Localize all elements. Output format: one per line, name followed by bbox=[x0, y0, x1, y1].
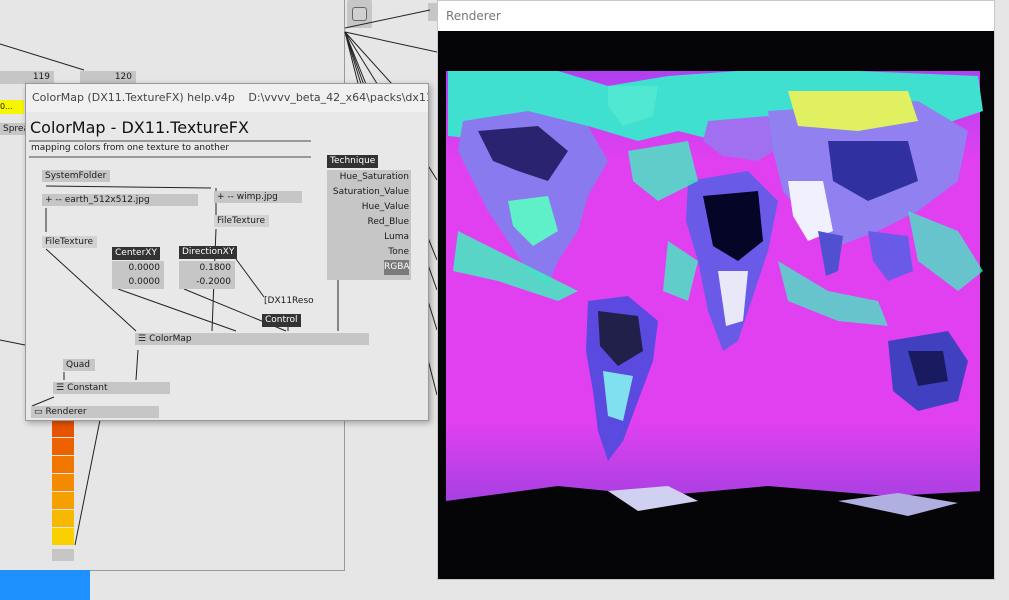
io-value: 0.1800 bbox=[199, 263, 232, 273]
centerxy-label: CenterXY bbox=[112, 247, 160, 260]
directionxy-iobox[interactable]: 0.1800 -0.2000 bbox=[179, 261, 235, 289]
colormap-node[interactable]: ☰ ColorMap bbox=[135, 333, 369, 345]
window-title: Renderer bbox=[446, 9, 501, 23]
io-value: 0.0000 bbox=[128, 263, 161, 273]
node-label: + -- wimp.jpg bbox=[217, 192, 278, 202]
io-value: 0.0000 bbox=[128, 277, 161, 287]
help-patch-window[interactable]: ColorMap (DX11.TextureFX) help.v4p D:\vv… bbox=[25, 83, 429, 421]
node-menu-icon: ☰ bbox=[56, 383, 65, 393]
node-label: SystemFolder bbox=[45, 171, 107, 181]
technique-option[interactable]: Red_Blue bbox=[327, 215, 411, 230]
render-output-map bbox=[438, 31, 994, 579]
quad-node[interactable]: Quad bbox=[63, 359, 95, 371]
renderer-node[interactable]: ▭ Renderer bbox=[31, 406, 159, 418]
wimp-file-node[interactable]: + -- wimp.jpg bbox=[214, 191, 302, 203]
node-label: Constant bbox=[67, 383, 108, 393]
constant-node[interactable]: ☰ Constant bbox=[53, 382, 170, 394]
node-label: FileTexture bbox=[217, 216, 266, 226]
filetexture-node[interactable]: FileTexture bbox=[42, 236, 97, 248]
dx11reso-label: [DX11Reso bbox=[264, 296, 314, 306]
renderer-window[interactable]: Renderer bbox=[437, 0, 995, 580]
technique-option[interactable]: Hue_Value bbox=[327, 200, 411, 215]
technique-option-selected[interactable]: RGBA bbox=[384, 260, 410, 275]
earth-file-node[interactable]: + -- earth_512x512.jpg bbox=[42, 194, 198, 206]
filetexture-node-2[interactable]: FileTexture bbox=[214, 215, 269, 227]
centerxy-iobox[interactable]: 0.0000 0.0000 bbox=[112, 261, 164, 289]
renderer-titlebar[interactable]: Renderer bbox=[438, 1, 994, 31]
node-label: + -- earth_512x512.jpg bbox=[45, 195, 150, 205]
control-label[interactable]: Control bbox=[262, 314, 301, 327]
window-icon: ▭ bbox=[34, 407, 43, 417]
technique-label: Technique bbox=[327, 155, 379, 168]
technique-option[interactable]: Saturation_Value bbox=[327, 185, 411, 200]
directionxy-label: DirectionXY bbox=[179, 246, 238, 259]
technique-option[interactable]: Hue_Saturation bbox=[327, 170, 411, 185]
technique-enum[interactable]: Hue_Saturation Saturation_Value Hue_Valu… bbox=[327, 170, 411, 280]
technique-option[interactable]: Tone bbox=[327, 245, 411, 260]
world-map-image bbox=[438, 31, 994, 579]
node-label: Quad bbox=[66, 360, 91, 370]
node-label: FileTexture bbox=[45, 237, 94, 247]
node-label: ColorMap bbox=[149, 334, 192, 344]
io-value: -0.2000 bbox=[196, 277, 231, 287]
taskbar-fragment bbox=[0, 570, 90, 600]
systemfolder-node[interactable]: SystemFolder bbox=[42, 170, 110, 182]
technique-option[interactable]: Luma bbox=[327, 230, 411, 245]
node-menu-icon: ☰ bbox=[138, 334, 147, 344]
node-label: Renderer bbox=[45, 407, 87, 417]
